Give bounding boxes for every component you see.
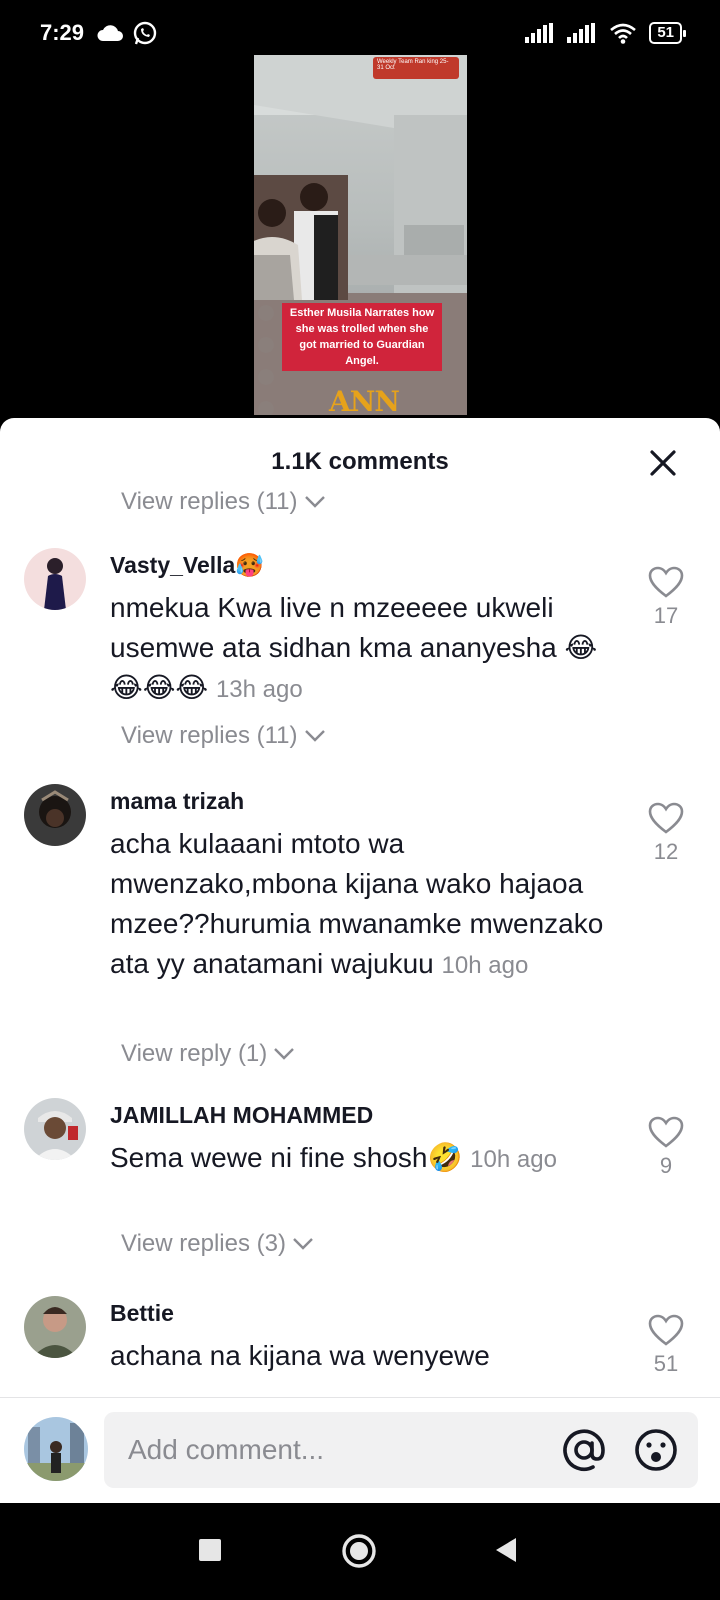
chevron-down-icon xyxy=(304,496,325,508)
avatar[interactable] xyxy=(24,784,86,846)
view-replies-label: View replies (11) xyxy=(121,722,298,749)
comment-text: Sema wewe ni fine shosh🤣 10h ago xyxy=(110,1138,620,1180)
avatar-image xyxy=(24,548,86,610)
comment-body: Sema wewe ni fine shosh🤣 xyxy=(110,1142,463,1173)
status-time: 7:29 xyxy=(40,20,85,45)
comment-username[interactable]: Vasty_Vella🥵 xyxy=(110,552,264,579)
comment-text: acha kulaaani mtoto wa mwenzako,mbona ki… xyxy=(110,824,620,986)
add-comment-input[interactable] xyxy=(128,1412,528,1488)
heart-icon xyxy=(648,802,684,834)
emoji-icon[interactable] xyxy=(632,1426,680,1474)
whatsapp-icon xyxy=(133,21,157,45)
avatar[interactable] xyxy=(24,548,86,610)
heart-icon xyxy=(648,1116,684,1148)
comment-username[interactable]: JAMILLAH MOHAMMED xyxy=(110,1102,373,1129)
signal-icon-2 xyxy=(567,23,596,43)
like-button[interactable]: 51 xyxy=(646,1314,686,1377)
like-button[interactable]: 9 xyxy=(646,1116,686,1179)
comment-body: nmekua Kwa live n mzeeeee ukweli usemwe … xyxy=(110,592,598,703)
close-button[interactable] xyxy=(646,446,680,480)
live-avatar xyxy=(258,401,274,415)
recent-apps-icon[interactable] xyxy=(198,1538,222,1562)
view-replies-button[interactable]: View replies (11) xyxy=(121,722,326,750)
like-count: 51 xyxy=(653,1351,679,1376)
weekly-ranking-badge: Weekly Team Ran king 25-31 Oct xyxy=(373,57,459,79)
avatar[interactable] xyxy=(24,1296,86,1358)
wifi-icon xyxy=(610,23,637,44)
comments-sheet: 1.1K comments View replies (11) Vasty_Ve… xyxy=(0,418,720,1503)
close-icon xyxy=(650,450,676,476)
comment-input-container xyxy=(104,1412,698,1488)
back-icon[interactable] xyxy=(494,1537,518,1563)
view-replies-button[interactable]: View replies (3) xyxy=(121,1230,314,1258)
like-button[interactable]: 17 xyxy=(646,566,686,629)
comment-time: 10h ago xyxy=(441,952,529,979)
mention-icon[interactable] xyxy=(560,1426,608,1474)
avatar-image xyxy=(24,1098,86,1160)
like-count: 9 xyxy=(659,1153,673,1178)
comment-time: 10h ago xyxy=(470,1146,557,1173)
badge-text: Weekly Team Ran king 25-31 Oct xyxy=(377,59,449,71)
view-replies-label: View reply (1) xyxy=(121,1040,268,1067)
comment-username[interactable]: mama trizah xyxy=(110,788,244,815)
view-reply-button[interactable]: View reply (1) xyxy=(121,1040,295,1068)
chevron-down-icon xyxy=(274,1048,295,1060)
like-count: 12 xyxy=(653,839,679,864)
live-avatar xyxy=(258,337,274,353)
like-button[interactable]: 12 xyxy=(646,802,686,865)
comment-time: 13h ago xyxy=(215,676,303,703)
view-replies-label: View replies (11) xyxy=(121,488,298,515)
comment-body: achana na kijana wa wenyewe xyxy=(110,1340,490,1371)
battery-level: 51 xyxy=(657,24,674,41)
comment-text: nmekua Kwa live n mzeeeee ukweli usemwe … xyxy=(110,588,620,710)
avatar-image xyxy=(24,1296,86,1358)
system-nav-bar xyxy=(0,1503,720,1600)
video-headline: Esther Musila Narrates how she was troll… xyxy=(282,303,442,371)
heart-icon xyxy=(648,566,684,598)
my-avatar[interactable] xyxy=(24,1417,88,1481)
like-count: 17 xyxy=(653,603,679,628)
live-avatar xyxy=(258,305,274,321)
my-avatar-image xyxy=(24,1417,88,1481)
live-avatar xyxy=(258,369,274,385)
comment-username[interactable]: Bettie xyxy=(110,1300,174,1327)
home-icon[interactable] xyxy=(341,1533,377,1569)
view-replies-label: View replies (3) xyxy=(121,1230,286,1257)
signal-icon xyxy=(525,23,554,43)
chevron-down-icon xyxy=(304,730,325,742)
view-replies-button[interactable]: View replies (11) xyxy=(121,488,326,516)
comment-input-bar xyxy=(0,1397,720,1503)
video-player[interactable]: Weekly Team Ran king 25-31 Oct Esther Mu… xyxy=(254,55,467,415)
avatar-image xyxy=(24,784,86,846)
comment-text: achana na kijana wa wenyewe xyxy=(110,1336,620,1376)
status-right-icons: 51 xyxy=(525,22,686,44)
chevron-down-icon xyxy=(293,1238,313,1250)
comments-count-title: 1.1K comments xyxy=(271,448,449,475)
screen: 7:29 51 Weekly Team Ran king 25-31 Oct E… xyxy=(0,0,720,1600)
heart-icon xyxy=(648,1314,684,1346)
battery-indicator: 51 xyxy=(649,22,686,44)
couple-photo xyxy=(254,175,348,300)
ann-logo: ANN xyxy=(329,385,400,415)
cloud-icon xyxy=(97,25,123,41)
avatar[interactable] xyxy=(24,1098,86,1160)
couple-photo-image xyxy=(254,175,348,300)
status-notification-icons xyxy=(96,20,158,46)
comment-body: acha kulaaani mtoto wa mwenzako,mbona ki… xyxy=(110,828,604,979)
